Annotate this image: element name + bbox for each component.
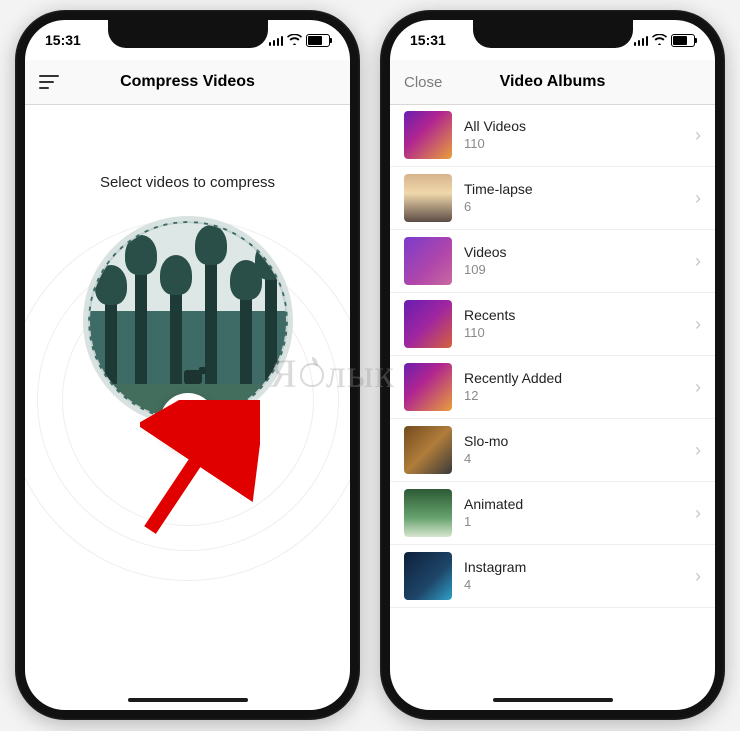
chevron-right-icon: › <box>695 503 701 524</box>
album-thumbnail <box>404 111 452 159</box>
album-thumbnail <box>404 426 452 474</box>
album-row[interactable]: Recents110 › <box>390 293 715 356</box>
cellular-signal-icon <box>269 35 284 46</box>
notch <box>108 20 268 48</box>
phone-albums: 15:31 Close Video Albums All Videos110›T… <box>380 10 725 720</box>
album-row[interactable]: Videos109 › <box>390 230 715 293</box>
status-time: 15:31 <box>410 32 446 48</box>
album-text: Slo-mo4 <box>464 433 683 467</box>
notch <box>473 20 633 48</box>
add-videos-button[interactable]: + <box>160 393 216 449</box>
album-name: Videos <box>464 244 683 262</box>
album-row[interactable]: Instagram4 › <box>390 545 715 608</box>
album-name: Recents <box>464 307 683 325</box>
cellular-signal-icon <box>634 35 649 46</box>
album-thumbnail <box>404 363 452 411</box>
chevron-right-icon: › <box>695 377 701 398</box>
album-name: All Videos <box>464 118 683 136</box>
select-area: Select videos to compress + Get the Pro … <box>25 104 350 710</box>
album-row[interactable]: Recently Added12 › <box>390 356 715 419</box>
album-count: 12 <box>464 388 683 404</box>
album-name: Animated <box>464 496 683 514</box>
album-row[interactable]: All Videos110 › <box>390 104 715 167</box>
chevron-right-icon: › <box>695 125 701 146</box>
phone-compress: 15:31 Compress Videos <box>15 10 360 720</box>
album-text: Time-lapse6 <box>464 181 683 215</box>
album-count: 110 <box>464 136 683 152</box>
chevron-right-icon: › <box>695 188 701 209</box>
wifi-icon <box>652 33 667 48</box>
get-pro-link[interactable]: Get the Pro version <box>127 708 248 710</box>
album-text: Recents110 <box>464 307 683 341</box>
album-row[interactable]: Slo-mo4 › <box>390 419 715 482</box>
select-videos-label: Select videos to compress <box>100 174 275 191</box>
albums-content: All Videos110›Time-lapse6›Videos109›Rece… <box>390 104 715 710</box>
album-thumbnail <box>404 237 452 285</box>
forest-illustration[interactable] <box>88 221 288 421</box>
chevron-right-icon: › <box>695 440 701 461</box>
page-title: Compress Videos <box>120 73 255 91</box>
screen-compress: 15:31 Compress Videos <box>25 20 350 710</box>
album-row[interactable]: Time-lapse6 › <box>390 167 715 230</box>
battery-icon <box>671 34 695 47</box>
album-text: Animated1 <box>464 496 683 530</box>
album-text: Videos109 <box>464 244 683 278</box>
album-count: 1 <box>464 514 683 530</box>
battery-icon <box>306 34 330 47</box>
wifi-icon <box>287 33 302 48</box>
album-name: Slo-mo <box>464 433 683 451</box>
album-list: All Videos110›Time-lapse6›Videos109›Rece… <box>390 104 715 608</box>
navbar-compress: Compress Videos <box>25 60 350 105</box>
chevron-right-icon: › <box>695 314 701 335</box>
album-count: 109 <box>464 262 683 278</box>
album-name: Instagram <box>464 559 683 577</box>
album-thumbnail <box>404 489 452 537</box>
album-name: Recently Added <box>464 370 683 388</box>
plus-icon: + <box>179 404 197 438</box>
album-text: Recently Added12 <box>464 370 683 404</box>
album-thumbnail <box>404 552 452 600</box>
album-count: 4 <box>464 577 683 593</box>
home-indicator[interactable] <box>493 698 613 702</box>
status-time: 15:31 <box>45 32 81 48</box>
album-name: Time-lapse <box>464 181 683 199</box>
album-text: Instagram4 <box>464 559 683 593</box>
chevron-right-icon: › <box>695 566 701 587</box>
chevron-right-icon: › <box>695 251 701 272</box>
hamburger-icon <box>39 75 59 89</box>
album-count: 4 <box>464 451 683 467</box>
close-button[interactable]: Close <box>404 74 442 91</box>
home-indicator[interactable] <box>128 698 248 702</box>
menu-button[interactable] <box>39 75 59 89</box>
screen-albums: 15:31 Close Video Albums All Videos110›T… <box>390 20 715 710</box>
album-row[interactable]: Animated1 › <box>390 482 715 545</box>
album-count: 6 <box>464 199 683 215</box>
page-title: Video Albums <box>500 73 606 91</box>
album-count: 110 <box>464 325 683 341</box>
album-thumbnail <box>404 300 452 348</box>
navbar-albums: Close Video Albums <box>390 60 715 105</box>
album-thumbnail <box>404 174 452 222</box>
album-text: All Videos110 <box>464 118 683 152</box>
